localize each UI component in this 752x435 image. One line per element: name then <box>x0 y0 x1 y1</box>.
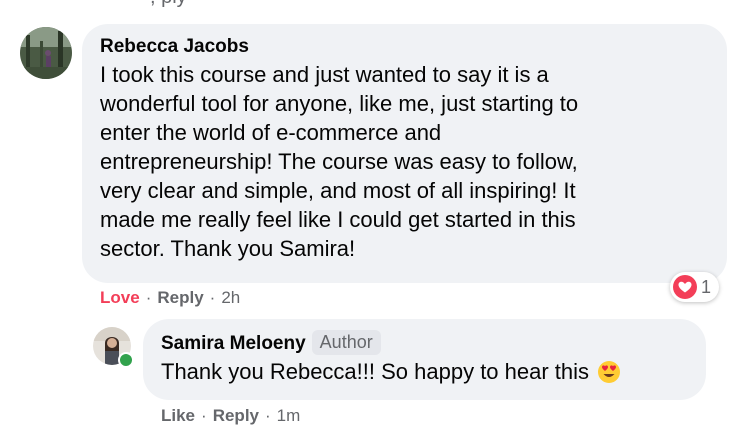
reply-timestamp[interactable]: 1m <box>277 406 301 425</box>
reaction-count: 1 <box>701 276 712 297</box>
avatar-photo-forest <box>20 27 72 79</box>
comment-timestamp[interactable]: 2h <box>221 288 240 307</box>
comment-text-line: entrepreneurship! The course was easy to… <box>100 149 578 174</box>
separator-dot: · <box>201 406 207 425</box>
comment-text-line: very clear and simple, and most of all i… <box>100 178 576 203</box>
author-badge: Author <box>311 330 381 355</box>
comment-text-line: enter the world of e-commerce and <box>100 120 442 145</box>
like-button[interactable]: Like <box>161 406 195 425</box>
comment-text-line: wonderful tool for anyone, like me, just… <box>100 91 579 116</box>
reaction-count-pill[interactable]: 1 <box>670 272 720 302</box>
online-status-indicator <box>118 352 134 368</box>
separator-dot: · <box>145 288 152 307</box>
reply-bubble: Samira Meloeny Author Thank you Rebecca!!… <box>143 319 706 400</box>
comment-text-line: I took this course and just wanted to sa… <box>100 62 549 87</box>
reply-author-name[interactable]: Samira Meloeny <box>161 333 306 355</box>
reply-text: Thank you Rebecca!!! So happy to hear th… <box>161 359 590 384</box>
love-button[interactable]: Love <box>100 288 140 307</box>
love-heart-icon <box>673 275 697 299</box>
comment-text: I took this course and just wanted to sa… <box>100 60 709 263</box>
comment-text-line: sector. Thank you Samira! <box>100 236 356 261</box>
comment-bubble: Rebecca Jacobs I took this course and ju… <box>82 24 727 283</box>
separator-dot: · <box>265 406 271 425</box>
previous-comment-fragment: , ply <box>150 0 187 9</box>
reply-button[interactable]: Reply <box>157 288 203 307</box>
comment-actions: Love · Reply · 2h <box>100 288 240 308</box>
avatar[interactable] <box>20 27 72 79</box>
reply-header: Samira Meloeny Author <box>161 330 688 355</box>
comment-author-name[interactable]: Rebecca Jacobs <box>100 36 249 58</box>
heart-eyes-emoji-icon <box>598 360 621 383</box>
reply-actions: Like · Reply · 1m <box>161 406 300 426</box>
comment-text-line: made me really feel like I could get sta… <box>100 207 576 232</box>
reply-button[interactable]: Reply <box>213 406 259 425</box>
separator-dot: · <box>209 288 216 307</box>
reply-text-row: Thank you Rebecca!!! So happy to hear th… <box>161 357 688 386</box>
